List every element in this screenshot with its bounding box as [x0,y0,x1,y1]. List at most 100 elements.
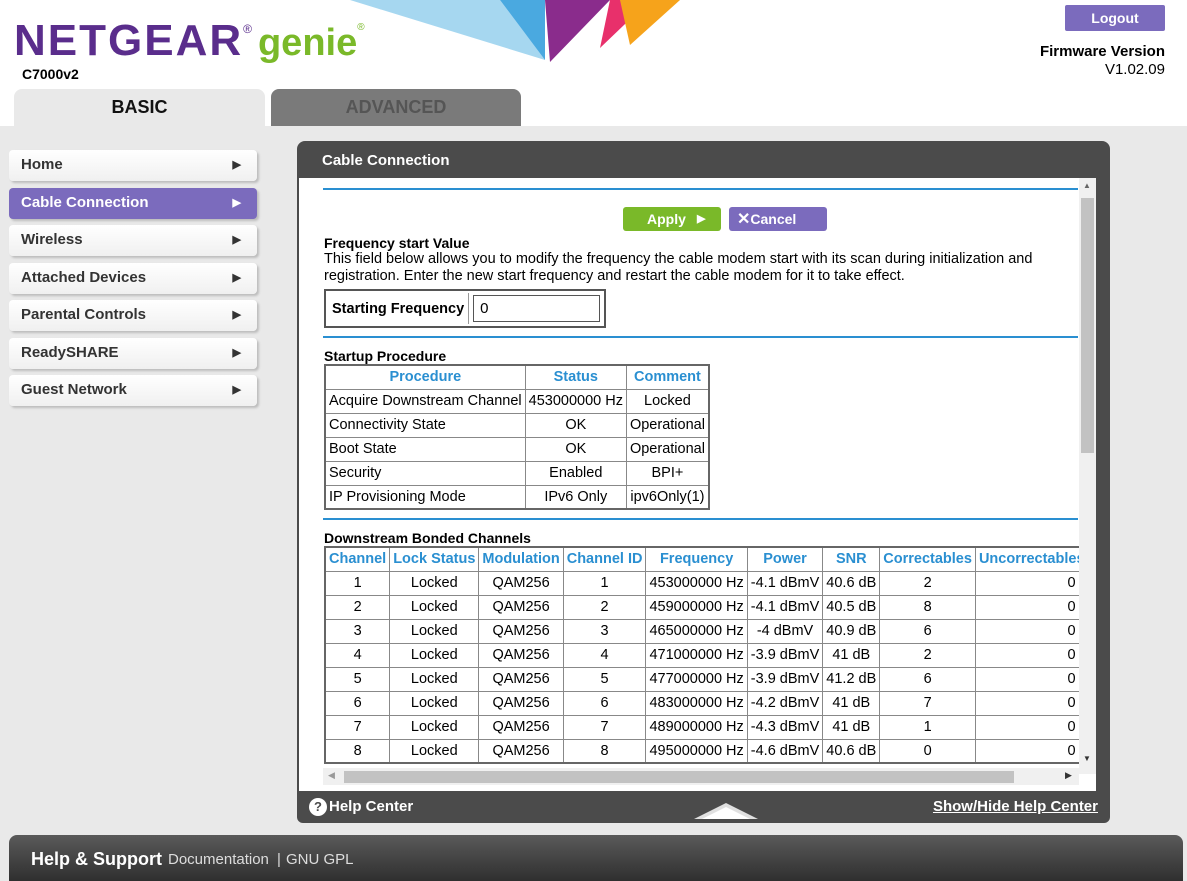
startup-table: Procedure Status Comment Acquire Downstr… [324,364,710,510]
table-row: Security Enabled BPI+ [324,460,710,486]
scrollbar-thumb[interactable] [344,771,1014,783]
gnu-gpl-link[interactable]: GNU GPL [286,851,354,868]
sidebar-item-cable-connection[interactable]: Cable Connection ▶ [9,187,257,219]
table-cell: QAM256 [478,666,564,692]
starting-frequency-input[interactable] [473,295,601,322]
table-cell: 1 [562,570,647,596]
table-cell: 0 [974,594,1090,620]
sidebar-item-home[interactable]: Home ▶ [9,150,257,181]
table-cell: Security [324,460,526,486]
scroll-right-icon[interactable]: ▶ [1065,770,1072,781]
documentation-link[interactable]: Documentation [168,851,269,868]
table-cell: 2 [879,642,976,668]
table-cell: QAM256 [478,714,564,740]
table-cell: -4.1 dBmV [746,594,824,620]
table-cell: 0 [974,714,1090,740]
frequency-title: Frequency start Value [324,235,470,251]
arrow-right-icon: ▶ [232,309,241,321]
table-cell: IP Provisioning Mode [324,484,526,510]
column-header: Lock Status [389,546,480,572]
starting-frequency-label: Starting Frequency [328,293,470,324]
sidebar-item-wireless[interactable]: Wireless ▶ [9,225,257,256]
arrow-right-icon: ▶ [697,213,706,225]
table-cell: 489000000 Hz [645,714,748,740]
scrollbar-thumb[interactable] [1081,198,1094,453]
vertical-scrollbar[interactable]: ▲ ▼ [1079,178,1096,774]
sidebar-item-guest-network[interactable]: Guest Network ▶ [9,375,257,406]
tab-advanced[interactable]: ADVANCED [271,89,521,126]
table-cell: 40.9 dB [822,618,881,644]
table-cell: 3 [562,618,647,644]
table-cell: 0 [974,738,1090,764]
column-header: Correctables [879,546,976,572]
table-cell: Acquire Downstream Channel [324,388,526,414]
table-cell: Locked [389,618,480,644]
brand-name: NETGEAR [14,16,244,65]
apply-label: Apply [647,211,686,227]
table-cell: 5 [562,666,647,692]
logout-button[interactable]: Logout [1065,5,1165,31]
table-cell: IPv6 Only [524,484,627,510]
help-center-bar: ? Help Center Show/Hide Help Center [297,791,1110,823]
sidebar-item-readyshare[interactable]: ReadySHARE ▶ [9,337,257,369]
product-name: genie [257,22,358,64]
page-title: Cable Connection [322,152,450,169]
close-icon: ✕ [737,211,751,228]
arrow-right-icon: ▶ [232,234,241,246]
table-cell: 7 [879,690,976,716]
table-row: IP Provisioning Mode IPv6 Only ipv6Only(… [324,484,710,510]
footer: Help & Support Documentation | GNU GPL [9,835,1183,881]
table-cell: 7 [324,714,391,740]
table-row: Connectivity State OK Operational [324,412,710,438]
arrow-right-icon: ▶ [232,159,241,171]
table-cell: 4 [324,642,391,668]
table-row: 6 Locked QAM256 6 483000000 Hz -4.2 dBmV… [324,690,1090,716]
help-support-title: Help & Support [31,849,162,869]
table-cell: 2 [879,570,976,596]
divider [323,336,1078,338]
table-row: 4 Locked QAM256 4 471000000 Hz -3.9 dBmV… [324,642,1090,668]
sidebar-item-label: Guest Network [21,381,127,398]
table-cell: 483000000 Hz [645,690,748,716]
table-cell: Operational [625,412,710,438]
column-header: Status [524,364,627,390]
table-cell: OK [524,436,627,462]
table-cell: -3.9 dBmV [746,666,824,692]
table-cell: QAM256 [478,690,564,716]
decorative-triangles [350,0,680,62]
table-cell: ipv6Only(1) [625,484,710,510]
horizontal-scrollbar[interactable]: ◀ ▶ [323,768,1079,785]
column-header: Comment [625,364,710,390]
scroll-up-icon[interactable]: ▲ [1083,181,1091,190]
arrow-right-icon: ▶ [232,271,241,284]
table-cell: 40.6 dB [822,738,881,764]
table-cell: 41 dB [822,714,881,740]
chevron-up-icon[interactable] [694,795,758,823]
scroll-left-icon[interactable]: ◀ [328,770,335,781]
column-header: Power [746,546,824,572]
table-cell: QAM256 [478,738,564,764]
column-header: Procedure [324,364,526,390]
table-cell: 1 [879,714,976,740]
scroll-down-icon[interactable]: ▼ [1083,754,1091,763]
table-cell: 8 [324,738,391,764]
table-cell: 41 dB [822,690,881,716]
table-cell: Operational [625,436,710,462]
sidebar-item-attached-devices[interactable]: Attached Devices ▶ [9,262,257,294]
help-icon[interactable]: ? [309,798,327,816]
help-center-label[interactable]: Help Center [329,798,413,815]
apply-button[interactable]: Apply ▶ [623,207,721,231]
table-cell: 453000000 Hz [524,388,627,414]
netgear-genie-logo: NETGEAR® genie® [14,16,365,65]
table-row: 2 Locked QAM256 2 459000000 Hz -4.1 dBmV… [324,594,1090,620]
downstream-table: Channel Lock Status Modulation Channel I… [324,546,1090,764]
downstream-title: Downstream Bonded Channels [324,530,531,546]
footer-separator: | [277,851,281,868]
table-row: 5 Locked QAM256 5 477000000 Hz -3.9 dBmV… [324,666,1090,692]
show-hide-help-link[interactable]: Show/Hide Help Center [933,798,1098,815]
table-cell: 40.6 dB [822,570,881,596]
sidebar-item-parental-controls[interactable]: Parental Controls ▶ [9,300,257,331]
table-cell: 495000000 Hz [645,738,748,764]
tab-basic[interactable]: BASIC [14,89,265,126]
cancel-button[interactable]: ✕Cancel [729,207,827,231]
